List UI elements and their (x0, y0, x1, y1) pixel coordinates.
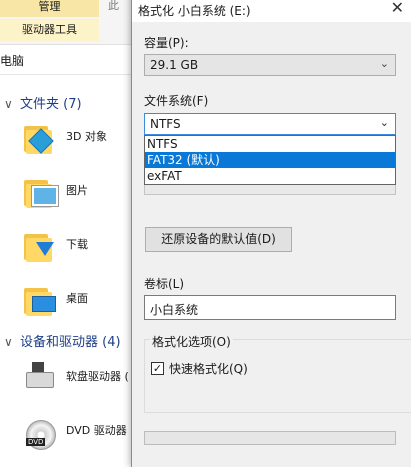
device-label: 软盘驱动器 ( (66, 370, 129, 383)
volume-label-caption: 卷标(L) (144, 277, 185, 291)
downloads-folder-icon (22, 228, 58, 264)
format-dialog: 格式化 小白系统 (E:) ✕ 容量(P): 29.1 GB ⌄ 文件系统(F)… (131, 0, 411, 467)
filesystem-label: 文件系统(F) (144, 94, 209, 108)
device-item-floppy[interactable]: 软盘驱动器 ( (22, 360, 132, 400)
device-label: DVD 驱动器 (66, 424, 127, 437)
folders-group-header[interactable]: ∨ 文件夹 (7) (4, 93, 82, 112)
quick-format-label[interactable]: 快速格式化(Q) (169, 360, 248, 377)
chevron-down-icon: ⌄ (379, 116, 389, 129)
devices-group-header[interactable]: ∨ 设备和驱动器 (4) (4, 331, 121, 350)
filesystem-option[interactable]: NTFS (145, 136, 395, 152)
chevron-down-icon: ⌄ (379, 57, 389, 70)
filesystem-value: NTFS (150, 117, 181, 131)
tab-drive-tools[interactable]: 驱动器工具 (0, 19, 99, 41)
folder-item-3d-objects[interactable]: 3D 对象 (22, 120, 132, 160)
filesystem-option[interactable]: exFAT (145, 168, 395, 184)
format-progress-bar (144, 431, 396, 445)
close-icon[interactable]: ✕ (391, 0, 404, 17)
dialog-title: 格式化 小白系统 (E:) (138, 4, 251, 18)
filesystem-option-highlighted[interactable]: FAT32 (默认) (145, 152, 395, 168)
capacity-label: 容量(P): (144, 36, 189, 50)
quick-format-checkbox[interactable]: ✓ (151, 362, 164, 375)
folder-label: 3D 对象 (66, 130, 107, 143)
volume-label-value: 小白系统 (150, 303, 199, 317)
floppy-drive-icon (22, 360, 58, 396)
tab-partial-label[interactable]: 此 (108, 0, 119, 12)
volume-label-input[interactable]: 小白系统 (144, 295, 396, 320)
address-text: 电脑 (0, 54, 25, 68)
folder-label: 桌面 (66, 292, 88, 305)
dvd-badge: DVD (26, 438, 46, 446)
device-item-dvd[interactable]: DVD DVD 驱动器 (22, 414, 132, 454)
filesystem-select[interactable]: NTFS ⌄ (144, 113, 396, 135)
dialog-titlebar[interactable]: 格式化 小白系统 (E:) ✕ (132, 0, 411, 22)
devices-group-label: 设备和驱动器 (4) (20, 335, 121, 350)
3d-objects-folder-icon (22, 120, 58, 156)
folder-label: 下载 (66, 238, 88, 251)
desktop-folder-icon (22, 282, 58, 318)
folder-item-downloads[interactable]: 下载 (22, 228, 132, 268)
folder-item-pictures[interactable]: 图片 (22, 174, 132, 214)
tab-manage[interactable]: 管理 (0, 0, 99, 17)
pictures-folder-icon (22, 174, 58, 210)
filesystem-dropdown-list: NTFS FAT32 (默认) exFAT (144, 135, 396, 185)
folders-group-label: 文件夹 (7) (20, 97, 82, 112)
capacity-select[interactable]: 29.1 GB ⌄ (144, 54, 396, 76)
chevron-down-icon: ∨ (4, 335, 13, 349)
folder-item-desktop[interactable]: 桌面 (22, 282, 132, 322)
folder-label: 图片 (66, 184, 88, 197)
restore-defaults-button[interactable]: 还原设备的默认值(D) (145, 227, 292, 252)
chevron-down-icon: ∨ (4, 97, 13, 111)
capacity-value: 29.1 GB (150, 58, 199, 72)
format-options-title: 格式化选项(O) (150, 333, 233, 350)
dvd-drive-icon: DVD (22, 414, 58, 450)
